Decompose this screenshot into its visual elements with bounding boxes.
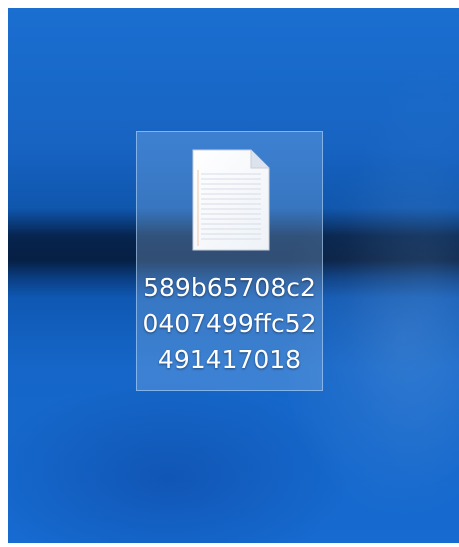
file-name-line: 589b65708c2 (143, 273, 316, 302)
desktop-file-item[interactable]: 589b65708c2 0407499ffc52 491417018 (136, 131, 323, 391)
wallpaper-light-sheen (338, 48, 459, 508)
file-name-line: 0407499ffc52 (142, 309, 317, 338)
desktop-background[interactable]: 589b65708c2 0407499ffc52 491417018 (8, 8, 459, 543)
file-name-label: 589b65708c2 0407499ffc52 491417018 (137, 270, 322, 378)
screenshot-frame: 589b65708c2 0407499ffc52 491417018 (0, 0, 459, 547)
text-document-icon (191, 148, 271, 252)
file-name-line: 491417018 (157, 345, 302, 374)
